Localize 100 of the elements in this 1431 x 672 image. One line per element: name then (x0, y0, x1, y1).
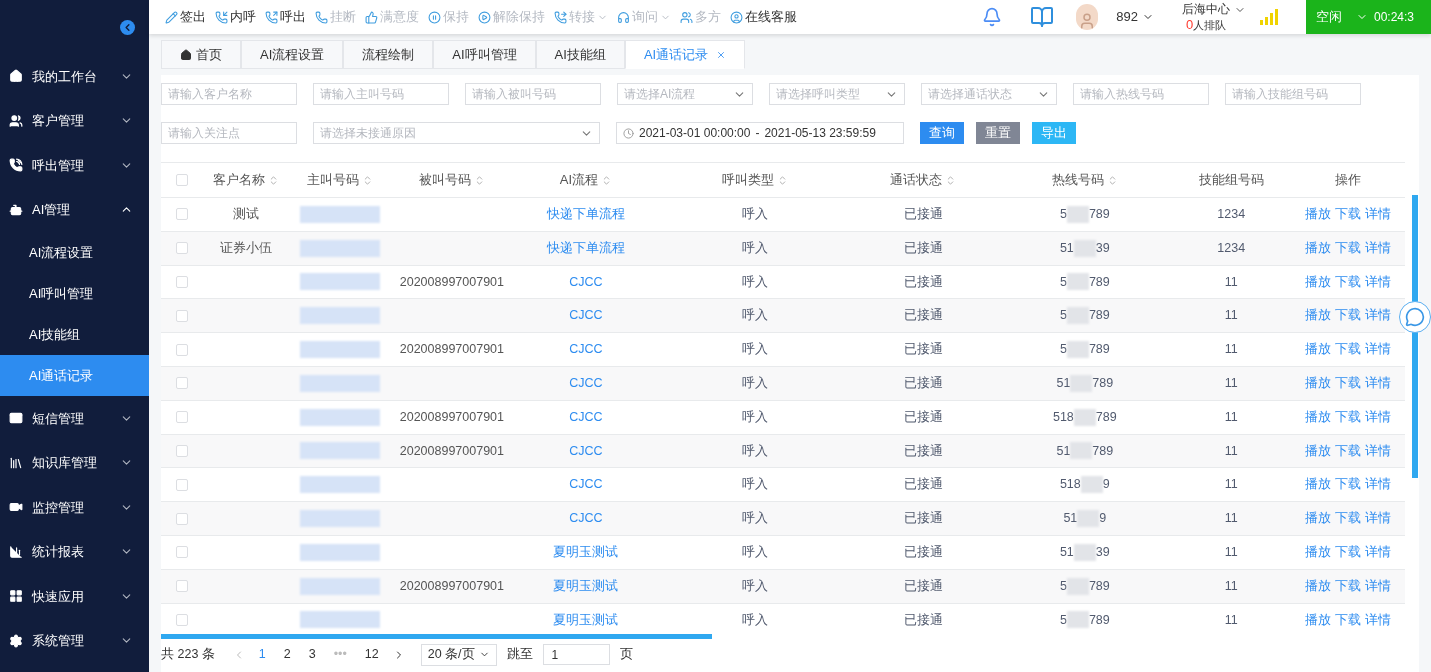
column-header[interactable]: 通话状态 (849, 170, 998, 190)
row-action-link[interactable]: 详情 (1364, 475, 1391, 495)
page-size-select[interactable]: 20 条/页 (420, 643, 497, 666)
row-action-link[interactable]: 详情 (1364, 576, 1391, 596)
row-action-link[interactable]: 播放 (1304, 610, 1331, 630)
row-action-link[interactable]: 详情 (1364, 306, 1391, 326)
checkbox[interactable] (176, 613, 189, 626)
checkbox[interactable] (176, 478, 189, 491)
sidebar-subitem[interactable]: AI流程设置 (0, 232, 149, 273)
checkbox[interactable] (176, 444, 189, 457)
sidebar-subitem[interactable]: AI呼叫管理 (0, 273, 149, 314)
extension-dropdown[interactable]: 892 (1116, 7, 1154, 27)
row-action-link[interactable]: 详情 (1364, 205, 1391, 224)
toolbar-button[interactable]: 签出 (165, 7, 206, 27)
horizontal-scrollbar[interactable] (161, 634, 712, 639)
flow-link[interactable]: CJCC (569, 272, 603, 292)
checkbox[interactable] (176, 343, 189, 356)
input-field[interactable]: 请输入技能组号码 (1225, 83, 1361, 105)
column-header[interactable]: 技能组号码 (1171, 170, 1291, 190)
column-header[interactable]: 主叫号码 (288, 170, 393, 190)
row-action-link[interactable]: 详情 (1364, 340, 1391, 359)
select-field[interactable]: 请选择呼叫类型 (769, 83, 905, 105)
row-action-link[interactable]: 下载 (1334, 205, 1361, 224)
flow-link[interactable]: CJCC (569, 509, 603, 528)
sidebar-item[interactable]: 快速应用 (0, 574, 149, 619)
row-action-link[interactable]: 播放 (1304, 543, 1331, 562)
row-action-link[interactable]: 播放 (1304, 475, 1331, 495)
sidebar-item[interactable]: 系统管理 (0, 618, 149, 663)
row-action-link[interactable]: 播放 (1304, 238, 1331, 258)
checkbox[interactable] (176, 276, 189, 288)
toolbar-button[interactable]: 呼出 (265, 7, 306, 27)
flow-link[interactable]: CJCC (569, 306, 603, 326)
sidebar-subitem[interactable]: AI通话记录 (0, 355, 149, 396)
input-field[interactable]: 请输入客户名称 (161, 83, 297, 105)
flow-link[interactable]: 夏明玉测试 (553, 610, 619, 630)
row-action-link[interactable]: 详情 (1364, 272, 1391, 292)
page-tab[interactable]: 首页 (161, 40, 241, 69)
flow-link[interactable]: CJCC (569, 374, 603, 393)
page-tab[interactable]: AI通话记录 (624, 40, 746, 69)
sidebar-subitem[interactable]: AI技能组 (0, 314, 149, 355)
column-header[interactable]: 被叫号码 (392, 170, 512, 190)
sidebar-item[interactable]: AI管理 (0, 187, 149, 232)
row-action-link[interactable]: 播放 (1304, 205, 1331, 224)
input-field[interactable]: 请输入热线号码 (1073, 83, 1209, 105)
row-action-link[interactable]: 下载 (1334, 509, 1361, 528)
sidebar-item[interactable]: 我的工作台 (0, 54, 149, 99)
page-number[interactable]: 2 (279, 645, 295, 664)
row-action-link[interactable]: 下载 (1334, 576, 1361, 596)
row-action-link[interactable]: 下载 (1334, 238, 1361, 258)
checkbox[interactable] (176, 580, 189, 593)
page-number[interactable]: 1 (254, 645, 270, 664)
sidebar-item[interactable]: 呼出管理 (0, 143, 149, 188)
row-action-link[interactable]: 详情 (1364, 509, 1391, 528)
action-button[interactable]: 导出 (1032, 122, 1076, 144)
flow-link[interactable]: 夏明玉测试 (553, 576, 619, 596)
flow-link[interactable]: CJCC (569, 407, 603, 427)
row-action-link[interactable]: 播放 (1304, 340, 1331, 359)
sidebar-item[interactable]: 监控管理 (0, 485, 149, 530)
checkbox[interactable] (176, 174, 189, 186)
row-action-link[interactable]: 下载 (1334, 306, 1361, 326)
toolbar-button[interactable]: 在线客服 (730, 7, 797, 27)
row-action-link[interactable]: 详情 (1364, 407, 1391, 427)
vertical-scrollbar[interactable] (1412, 195, 1418, 478)
toolbar-button[interactable]: 内呼 (215, 7, 256, 27)
checkbox[interactable] (176, 411, 189, 424)
select-field[interactable]: 请选择未接通原因 (313, 122, 600, 144)
input-field[interactable]: 请输入被叫号码 (465, 83, 601, 105)
row-action-link[interactable]: 下载 (1334, 407, 1361, 427)
column-header[interactable]: 客户名称 (203, 170, 289, 190)
status-dropdown[interactable]: 空闲 (1316, 7, 1368, 27)
input-field[interactable]: 请输入关注点 (161, 122, 297, 144)
checkbox[interactable] (176, 208, 189, 221)
row-action-link[interactable]: 播放 (1304, 306, 1331, 326)
checkbox[interactable] (176, 546, 189, 559)
row-action-link[interactable]: 播放 (1304, 374, 1331, 393)
page-tab[interactable]: AI技能组 (535, 40, 625, 69)
row-action-link[interactable]: 下载 (1334, 475, 1361, 495)
avatar[interactable] (1076, 4, 1099, 30)
page-input[interactable]: 1 (542, 644, 610, 665)
row-action-link[interactable]: 播放 (1304, 407, 1331, 427)
row-action-link[interactable]: 下载 (1334, 272, 1361, 292)
column-header[interactable]: AI流程 (511, 170, 661, 190)
row-action-link[interactable]: 播放 (1304, 576, 1331, 596)
date-range-field[interactable]: 2021-03-01 00:00:00 - 2021-05-13 23:59:59 (616, 122, 904, 144)
book-icon[interactable] (1030, 5, 1055, 29)
row-action-link[interactable]: 详情 (1364, 441, 1391, 461)
row-action-link[interactable]: 下载 (1334, 610, 1361, 630)
checkbox[interactable] (176, 242, 189, 255)
checkbox[interactable] (176, 309, 189, 322)
checkbox[interactable] (176, 512, 189, 525)
row-action-link[interactable]: 下载 (1334, 441, 1361, 461)
page-tab[interactable]: AI流程设置 (241, 40, 344, 69)
chat-bubble-icon[interactable] (1399, 301, 1431, 333)
row-action-link[interactable]: 下载 (1334, 543, 1361, 562)
row-action-link[interactable]: 播放 (1304, 441, 1331, 461)
page-number[interactable]: 12 (360, 645, 383, 664)
column-header[interactable]: 呼叫类型 (660, 170, 850, 190)
action-button[interactable]: 查询 (920, 122, 964, 144)
sidebar-item[interactable]: 客户管理 (0, 98, 149, 143)
select-field[interactable]: 请选择AI流程 (617, 83, 753, 105)
